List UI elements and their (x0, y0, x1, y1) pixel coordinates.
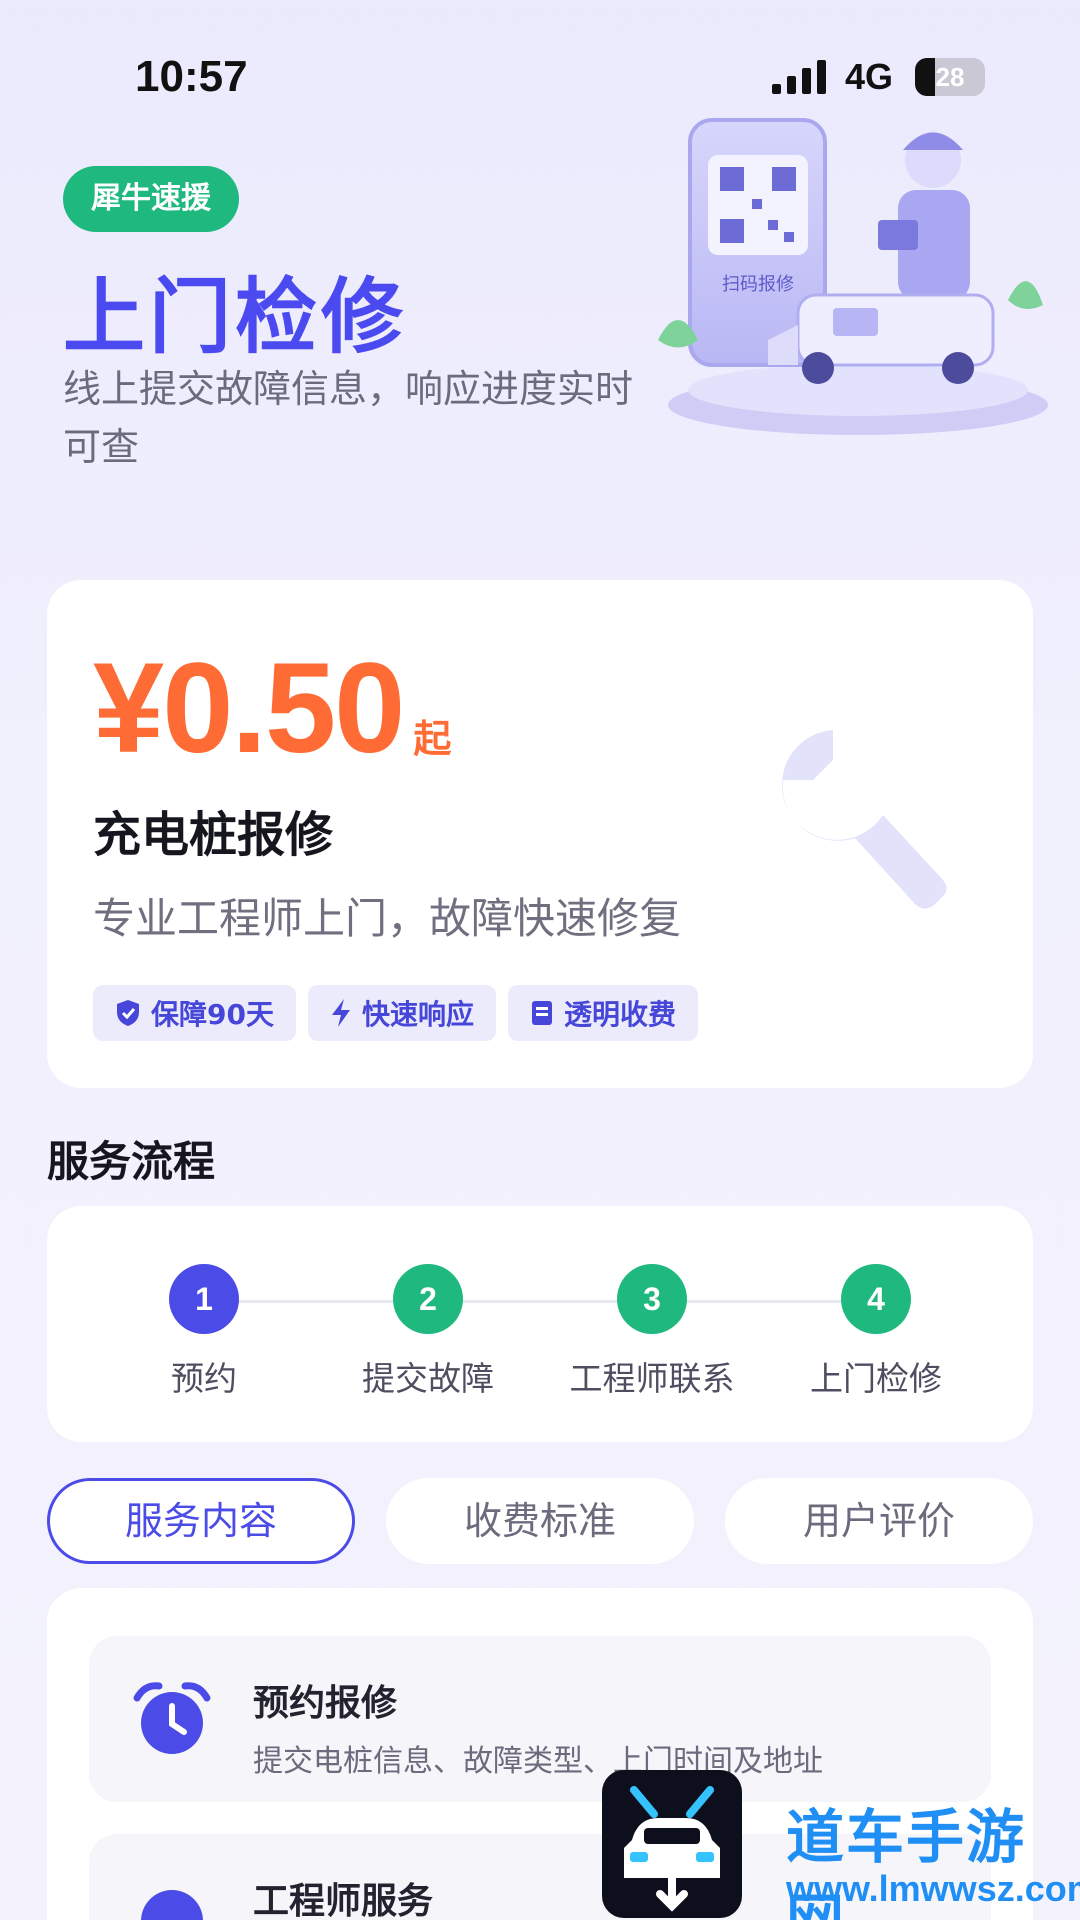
list-item-title: 工程师服务 (253, 1881, 434, 1920)
tab-fee-standard[interactable]: 收费标准 (386, 1478, 694, 1564)
price-row: ¥0.50 起 (93, 635, 451, 782)
signal-icon (772, 60, 826, 94)
step-label: 提交故障 (362, 1359, 494, 1398)
tag-guarantee: 保障90天 (93, 985, 296, 1041)
tag-fast-response: 快速响应 (307, 985, 496, 1041)
tab-service-content[interactable]: 服务内容 (47, 1478, 355, 1564)
service-price-card[interactable]: ¥0.50 起 充电桩报修 专业工程师上门，故障快速修复 保障90天 快速响应 透… (47, 580, 1033, 1088)
step-number: 2 (393, 1264, 463, 1334)
service-title: 充电桩报修 (93, 807, 334, 863)
lightning-icon (331, 999, 350, 1027)
content-tabs: 服务内容 收费标准 用户评价 (47, 1478, 1033, 1566)
service-description: 专业工程师上门，故障快速修复 (93, 894, 682, 943)
watermark-logo (602, 1770, 742, 1918)
step-label: 上门检修 (810, 1359, 942, 1398)
process-step: 2 提交故障 (308, 1264, 548, 1400)
page-title: 上门检修 (63, 270, 408, 365)
network-label: 4G (845, 56, 894, 97)
feature-tags: 保障90天 快速响应 透明收费 (93, 985, 698, 1041)
engineer-icon (141, 1890, 203, 1920)
car-logo-icon (624, 1786, 720, 1912)
wrench-icon (781, 730, 947, 909)
shield-check-icon (117, 1000, 139, 1026)
page-subtitle: 线上提交故障信息，响应进度实时可查 (63, 367, 634, 469)
receipt-icon (531, 1001, 552, 1025)
process-step: 3 工程师联系 (532, 1264, 772, 1400)
tab-user-reviews[interactable]: 用户评价 (725, 1478, 1033, 1564)
step-number: 3 (617, 1264, 687, 1334)
alarm-clock-icon (133, 1682, 211, 1754)
price-suffix: 起 (413, 717, 452, 761)
process-heading: 服务流程 (47, 1137, 216, 1186)
step-number: 4 (841, 1264, 911, 1334)
repair-illustration: 扫码报修 (658, 118, 1048, 435)
battery-icon: 28 (915, 58, 985, 96)
price-value: ¥0.50 (93, 637, 405, 780)
list-item-title: 预约报修 (253, 1683, 398, 1724)
process-card: 1 预约 2 提交故障 3 工程师联系 4 上门检修 (47, 1206, 1033, 1442)
watermark-url: www.lmwwsz.com (786, 1868, 1080, 1909)
process-step: 1 预约 (84, 1264, 324, 1400)
step-label: 工程师联系 (569, 1359, 735, 1398)
step-number: 1 (169, 1264, 239, 1334)
battery-level: 28 (935, 62, 965, 92)
status-time: 10:57 (135, 52, 248, 101)
site-watermark: 道车手游网 www.lmwwsz.com (600, 1768, 1080, 1920)
svg-text:扫码报修: 扫码报修 (722, 274, 794, 295)
tag-transparent-fee: 透明收费 (507, 985, 698, 1041)
step-label: 预约 (171, 1359, 237, 1398)
process-step: 4 上门检修 (756, 1264, 996, 1400)
brand-badge: 犀牛速援 (63, 166, 239, 232)
